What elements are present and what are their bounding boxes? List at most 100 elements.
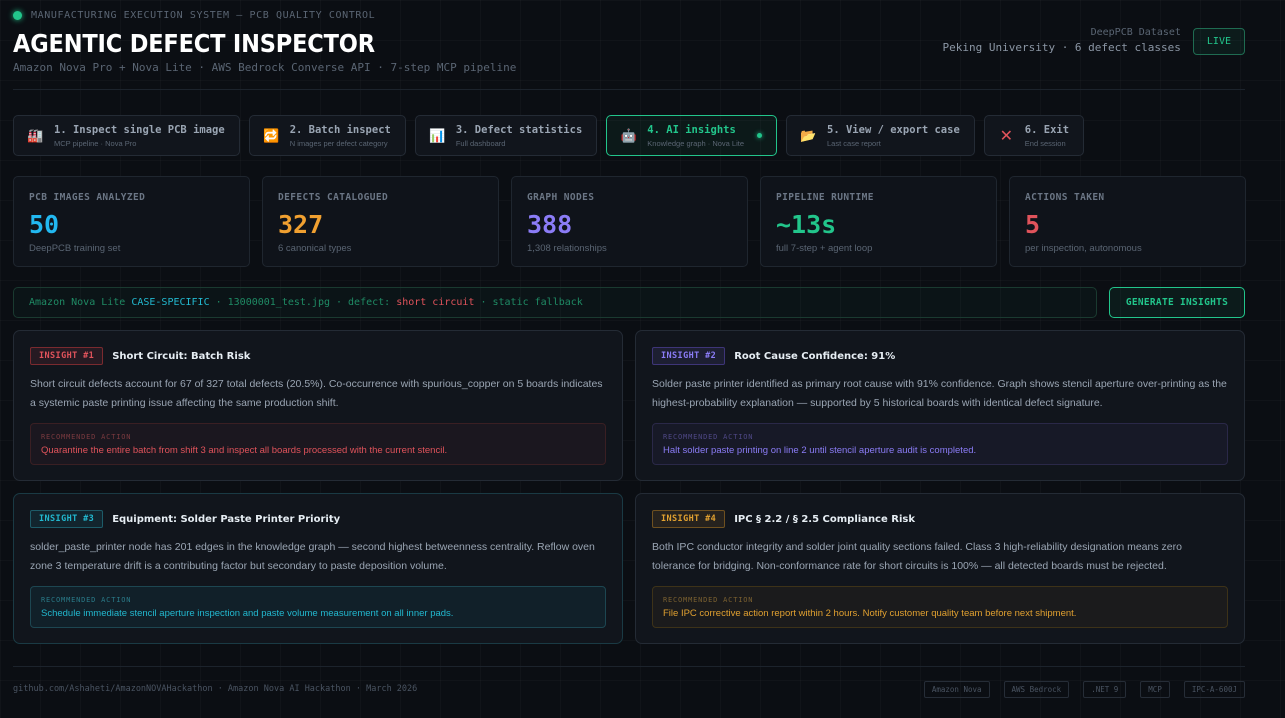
tech-tag: AWS Bedrock [1003,681,1070,698]
insight-card-4: INSIGHT #4 IPC § 2.2 / § 2.5 Compliance … [635,493,1245,644]
insight-badge: INSIGHT #4 [652,510,726,528]
robot-icon: 🤖 [620,127,637,143]
recommended-action: RECOMMENDED ACTION Schedule immediate st… [30,586,606,628]
dataset-value: Peking University · 6 defect classes [942,41,1181,54]
action-label: RECOMMENDED ACTION [41,596,132,604]
stat-label: GRAPH NODES [527,192,595,203]
menu-item-inspect-single[interactable]: 🏭 1. Inspect single PCB image MCP pipeli… [13,115,240,156]
menu-item-label: 6. Exit [1024,123,1070,136]
stat-sub: 1,308 relationships [527,243,607,254]
active-indicator-icon [757,133,763,138]
menu-item-label: 1. Inspect single PCB image [54,123,225,136]
insight-title: Short Circuit: Batch Risk [112,350,251,362]
folder-icon: 📂 [800,127,817,143]
tech-tags: Amazon Nova AWS Bedrock .NET 9 MCP IPC-A… [923,681,1245,698]
stat-card-graph-nodes: GRAPH NODES 388 1,308 relationships [511,176,748,267]
dataset-info: DeepPCB Dataset Peking University · 6 de… [942,27,1180,54]
stat-card-defects: DEFECTS CATALOGUED 327 6 canonical types [262,176,499,267]
menu-item-label: 3. Defect statistics [455,123,583,136]
stats-row: PCB IMAGES ANALYZED 50 DeepPCB training … [13,176,1246,267]
stat-value: 327 [278,210,324,239]
insight-card-3: INSIGHT #3 Equipment: Solder Paste Print… [13,493,623,644]
menu-item-ai-insights[interactable]: 🤖 4. AI insights Knowledge graph · Nova … [606,115,778,156]
action-text: Schedule immediate stencil aperture insp… [41,608,454,619]
menu-item-sub: MCP pipeline · Nova Pro [54,138,137,148]
status-dot-icon [13,10,22,20]
context-model: Amazon Nova Lite [29,297,126,308]
context-mode: CASE-SPECIFIC [131,297,210,308]
close-icon: ✕ [999,126,1013,145]
insight-title: Root Cause Confidence: 91% [734,350,896,362]
context-fallback: static fallback [492,297,583,308]
menu-item-sub: Knowledge graph · Nova Lite [647,138,745,148]
insight-body: Solder paste printer identified as prima… [652,378,1227,409]
app-header: MANUFACTURING EXECUTION SYSTEM — PCB QUA… [13,8,1245,90]
recommended-action: RECOMMENDED ACTION Halt solder paste pri… [652,423,1228,465]
stat-card-actions: ACTIONS TAKEN 5 per inspection, autonomo… [1009,176,1246,267]
menu-item-sub: Full dashboard [455,138,506,148]
stat-value: 5 [1025,210,1041,239]
context-separator: · [215,297,222,308]
repeat-icon: 🔁 [263,127,280,143]
menu-item-exit[interactable]: ✕ 6. Exit End session [983,115,1085,156]
stat-value: 388 [527,210,573,239]
stat-sub: 6 canonical types [278,243,352,254]
insight-badge: INSIGHT #3 [30,510,104,528]
page-subtitle: Amazon Nova Pro + Nova Lite · AWS Bedroc… [13,61,517,74]
stat-label: ACTIONS TAKEN [1025,192,1105,203]
live-status-badge[interactable]: LIVE [1192,28,1245,55]
stat-label: DEFECTS CATALOGUED [278,192,389,203]
action-label: RECOMMENDED ACTION [41,433,132,441]
tech-tag: .NET 9 [1083,681,1127,698]
action-text: File IPC corrective action report within… [663,608,1077,619]
menu-item-sub: Last case report [827,138,881,148]
stat-sub: per inspection, autonomous [1025,243,1142,254]
context-separator: · [480,297,487,308]
action-text: Halt solder paste printing on line 2 unt… [663,445,977,456]
insight-context-bar: Amazon Nova Lite CASE-SPECIFIC · 1300000… [13,287,1097,318]
menu-item-label: 4. AI insights [647,123,736,136]
menu-item-sub: N images per defect category [289,138,388,148]
insight-body: Both IPC conductor integrity and solder … [652,541,1182,572]
dataset-label: DeepPCB Dataset [1090,27,1181,38]
action-label: RECOMMENDED ACTION [663,596,754,604]
stat-card-runtime: PIPELINE RUNTIME ~13s full 7-step + agen… [760,176,997,267]
insight-title: IPC § 2.2 / § 2.5 Compliance Risk [734,513,915,525]
main-menu: 🏭 1. Inspect single PCB image MCP pipeli… [13,115,1085,156]
insight-body: Short circuit defects account for 67 of … [30,378,603,409]
action-label: RECOMMENDED ACTION [663,433,754,441]
factory-icon: 🏭 [27,127,44,143]
stat-card-images: PCB IMAGES ANALYZED 50 DeepPCB training … [13,176,250,267]
action-text: Quarantine the entire batch from shift 3… [41,445,448,456]
stat-value: ~13s [776,210,837,239]
insight-badge: INSIGHT #2 [652,347,726,365]
insight-body: solder_paste_printer node has 201 edges … [30,541,595,572]
insight-badge: INSIGHT #1 [30,347,104,365]
menu-item-defect-statistics[interactable]: 📊 3. Defect statistics Full dashboard [414,115,598,156]
menu-item-label: 2. Batch inspect [289,123,391,136]
app-footer: github.com/Ashaheti/AmazonNOVAHackathon … [13,666,1245,710]
menu-item-sub: End session [1024,138,1066,148]
page-title: AGENTIC DEFECT INSPECTOR [13,29,375,58]
stat-sub: full 7-step + agent loop [776,243,873,254]
menu-item-batch-inspect[interactable]: 🔁 2. Batch inspect N images per defect c… [248,115,406,156]
generate-insights-button[interactable]: GENERATE INSIGHTS [1109,287,1245,318]
context-defect-label: defect: [348,297,391,308]
footer-credits: github.com/Ashaheti/AmazonNOVAHackathon … [13,684,418,694]
tech-tag: MCP [1140,681,1170,698]
stat-label: PIPELINE RUNTIME [776,192,874,203]
stat-value: 50 [29,210,60,239]
system-label: MANUFACTURING EXECUTION SYSTEM — PCB QUA… [31,9,376,21]
insight-card-2: INSIGHT #2 Root Cause Confidence: 91% So… [635,330,1245,481]
recommended-action: RECOMMENDED ACTION Quarantine the entire… [30,423,606,465]
tech-tag: IPC-A-600J [1183,681,1245,698]
bar-chart-icon: 📊 [429,127,446,143]
insight-card-1: INSIGHT #1 Short Circuit: Batch Risk Sho… [13,330,623,481]
tech-tag: Amazon Nova [923,681,990,698]
menu-item-label: 5. View / export case [827,123,960,136]
recommended-action: RECOMMENDED ACTION File IPC corrective a… [652,586,1228,628]
stat-label: PCB IMAGES ANALYZED [29,192,146,203]
context-separator: · [336,297,343,308]
menu-item-view-export[interactable]: 📂 5. View / export case Last case report [786,115,975,156]
context-defect-value: short circuit [396,297,475,308]
